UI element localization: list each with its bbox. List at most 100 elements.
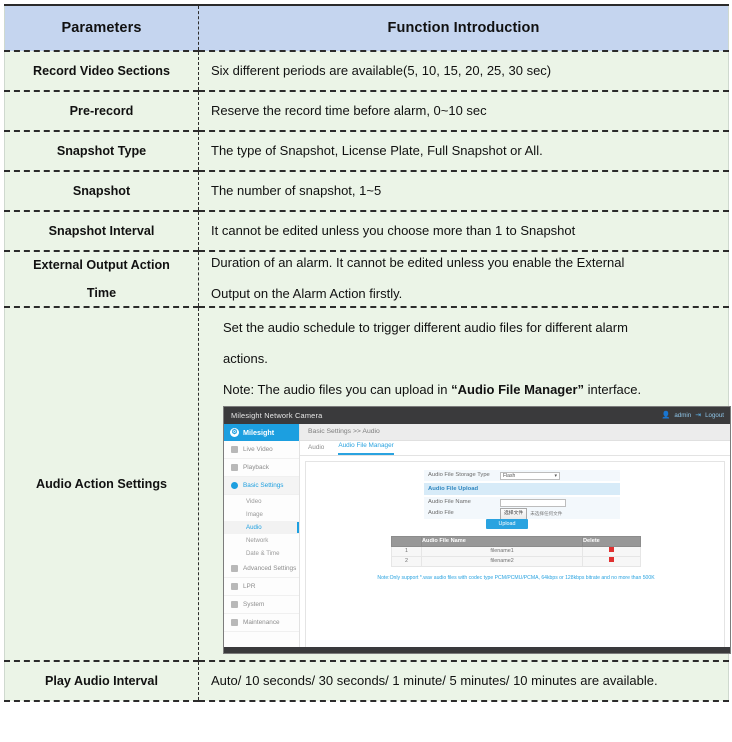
camera-footer-bar <box>224 647 730 654</box>
table-row: Pre-record Reserve the record time befor… <box>4 91 729 132</box>
sidebar-subitem-network[interactable]: Network <box>224 534 299 547</box>
delete-icon[interactable] <box>609 557 614 563</box>
breadcrumb: Basic Settings >> Audio <box>300 424 730 442</box>
username-label: admin <box>674 411 692 419</box>
file-table-row: 1 filename1 <box>391 546 641 558</box>
storage-type-label: Audio File Storage Type <box>424 470 494 482</box>
audio-desc-line-2: actions. <box>223 350 268 366</box>
file-delete-cell[interactable] <box>582 556 641 567</box>
header-parameters: Parameters <box>4 4 199 52</box>
sidebar-subitem-date-time[interactable]: Date & Time <box>224 547 299 560</box>
file-table-header-delete: Delete <box>582 536 641 548</box>
logout-label[interactable]: Logout <box>705 411 724 421</box>
sidebar-item-system[interactable]: System <box>224 596 299 615</box>
playback-icon <box>231 464 238 472</box>
wrench-icon <box>231 565 238 573</box>
choose-file-button[interactable]: 选择文件 <box>500 508 528 520</box>
embedded-camera-screenshot: Milesight Network Camera 👤 admin ⇥ Logou… <box>223 406 731 655</box>
file-value-wrap: 选择文件 未选择任何文件 <box>494 508 620 520</box>
tab-audio-file-manager[interactable]: Audio File Manager <box>338 441 394 456</box>
maintenance-icon <box>231 619 238 627</box>
sidebar-subitem-image[interactable]: Image <box>224 508 299 521</box>
audio-note-bold: “Audio File Manager” <box>451 381 585 397</box>
sidebar-item-lpr[interactable]: LPR <box>224 578 299 597</box>
audio-note-suffix: interface. <box>584 381 642 397</box>
video-camera-icon <box>231 446 238 454</box>
desc-audio-action-settings: Set the audio schedule to trigger differ… <box>198 307 731 663</box>
settings-icon <box>231 482 238 490</box>
sidebar-item-advanced-settings[interactable]: Advanced Settings <box>224 560 299 579</box>
tab-audio[interactable]: Audio <box>308 443 324 455</box>
file-picker[interactable]: 选择文件 未选择任何文件 <box>500 508 562 520</box>
param-play-audio-interval: Play Audio Interval <box>4 661 199 703</box>
storage-type-select[interactable]: Flash ▾ <box>500 471 560 480</box>
sidebar-item-live-video[interactable]: Live Video <box>224 441 299 460</box>
user-icon: 👤 <box>661 412 671 420</box>
table-row: External Output Action Time Duration of … <box>4 251 729 308</box>
section-audio-file-upload: Audio File Upload <box>424 483 620 496</box>
file-table-header-name: Audio File Name <box>421 536 583 548</box>
sidebar-item-label: Basic Settings <box>243 481 284 489</box>
car-icon <box>231 583 238 591</box>
sidebar-subitem-label: Network <box>246 537 269 545</box>
param-audio-action-settings: Audio Action Settings <box>4 307 199 663</box>
param-pre-record: Pre-record <box>4 91 199 132</box>
table-row: Play Audio Interval Auto/ 10 seconds/ 30… <box>4 661 729 703</box>
camera-topbar-right: 👤 admin ⇥ Logout <box>662 410 724 421</box>
sidebar-item-playback[interactable]: Playback <box>224 459 299 478</box>
sidebar-item-label: Maintenance <box>243 618 280 626</box>
sidebar-logo: ⚙ Milesight <box>224 424 299 442</box>
desc-snapshot: The number of snapshot, 1~5 <box>198 171 729 212</box>
sidebar-subitem-label: Audio <box>246 524 262 532</box>
table-header-row: Parameters Function Introduction <box>4 4 729 52</box>
camera-topbar: Milesight Network Camera 👤 admin ⇥ Logou… <box>224 407 730 425</box>
page-root: Parameters Function Introduction Record … <box>0 0 732 742</box>
param-external-output-action-time: External Output Action Time <box>4 251 199 308</box>
sidebar-item-label: LPR <box>243 582 256 590</box>
file-table-header-row: Audio File Name Delete <box>391 536 641 548</box>
audio-file-manager-panel: Audio File Storage Type Flash ▾ Audio Fi… <box>305 461 725 650</box>
desc-snapshot-interval: It cannot be edited unless you choose mo… <box>198 211 729 252</box>
sidebar-logo-label: Milesight <box>243 428 275 438</box>
param-record-video-sections: Record Video Sections <box>4 51 199 92</box>
sidebar-item-label: Live Video <box>243 445 273 453</box>
sidebar-item-label: System <box>243 600 265 608</box>
sidebar-subitem-audio[interactable]: Audio <box>224 521 299 535</box>
audio-file-list-table: Audio File Name Delete 1 filename1 2 fil… <box>391 536 641 567</box>
sidebar-subitem-label: Image <box>246 511 263 519</box>
storage-type-value-wrap: Flash ▾ <box>494 470 620 482</box>
audio-note-prefix: Note: The audio files you can upload in <box>223 381 452 397</box>
desc-snapshot-type: The type of Snapshot, License Plate, Ful… <box>198 131 729 172</box>
file-table-header-index <box>391 536 422 548</box>
file-name-input[interactable] <box>500 498 566 507</box>
param-snapshot-interval: Snapshot Interval <box>4 211 199 252</box>
field-storage-type: Audio File Storage Type Flash ▾ <box>424 470 620 482</box>
delete-icon[interactable] <box>609 547 614 553</box>
file-delete-cell[interactable] <box>582 546 641 558</box>
sidebar-item-basic-settings[interactable]: Basic Settings <box>224 477 299 496</box>
monitor-icon <box>231 601 238 609</box>
sidebar-subitem-label: Date & Time <box>246 550 280 558</box>
table-row: Record Video Sections Six different peri… <box>4 51 729 92</box>
tab-bar: Audio Audio File Manager <box>300 441 730 457</box>
file-name: filename2 <box>421 556 583 567</box>
upload-button[interactable]: Upload <box>486 519 528 530</box>
param-snapshot: Snapshot <box>4 171 199 212</box>
param-line-2: Time <box>86 286 117 300</box>
desc-record-video-sections: Six different periods are available(5, 1… <box>198 51 729 92</box>
audio-file-format-note: Note:Only support *.wav audio files with… <box>377 575 655 582</box>
param-line-1: External Output Action <box>33 257 170 272</box>
sidebar-subitem-video[interactable]: Video <box>224 495 299 508</box>
sidebar-item-label: Playback <box>243 463 269 471</box>
file-index: 2 <box>391 556 422 567</box>
audio-desc-line-1: Set the audio schedule to trigger differ… <box>223 320 628 335</box>
sidebar-item-maintenance[interactable]: Maintenance <box>224 614 299 633</box>
file-status-text: 未选择任何文件 <box>530 511 563 517</box>
logout-icon[interactable]: ⇥ <box>695 410 701 421</box>
camera-main-content: Basic Settings >> Audio Audio Audio File… <box>300 424 730 654</box>
chevron-down-icon: ▾ <box>554 472 557 479</box>
table-row-audio-action-settings: Audio Action Settings Set the audio sche… <box>4 307 731 663</box>
desc-line-1: Duration of an alarm. It cannot be edite… <box>211 255 625 271</box>
field-audio-file-name: Audio File Name <box>424 497 620 509</box>
gear-icon: ⚙ <box>230 428 239 438</box>
